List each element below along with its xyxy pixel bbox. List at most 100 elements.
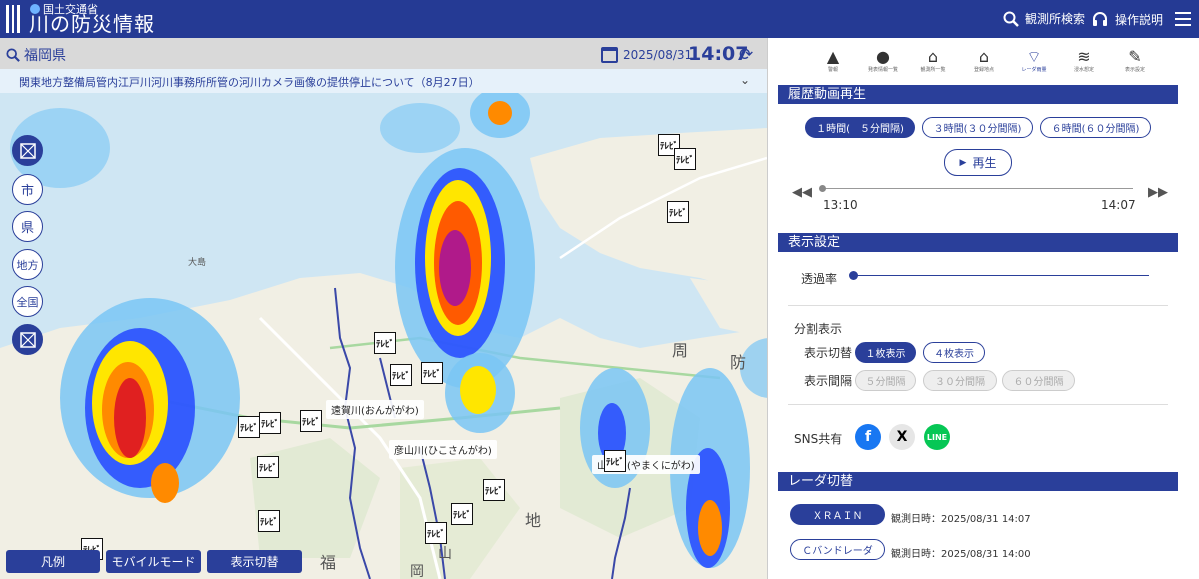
play-icon: ▶ <box>959 157 967 168</box>
legend-button[interactable]: 凡例 <box>6 550 100 573</box>
camera-toggle-button[interactable] <box>12 135 43 166</box>
rewind-icon[interactable]: ◀◀ <box>792 185 812 200</box>
quad-view-button[interactable]: ４枚表示 <box>923 342 985 363</box>
timeline-end-time: 14:07 <box>1101 198 1136 212</box>
camera-marker-icon[interactable]: ﾃﾚﾋﾞ <box>421 362 443 384</box>
timeline-track[interactable] <box>823 188 1133 189</box>
interval-60min-button[interactable]: ６０分間隔 <box>1002 370 1075 391</box>
cband-observation-time: 観測日時：2025/08/31 14:00 <box>891 549 1031 560</box>
camera-marker-icon[interactable]: ﾃﾚﾋﾞ <box>483 479 505 501</box>
function-icon-bar: ▲ 警報 ● 発表情報一覧 ⌂ 観測所一覧 ⌂ 登録地点 ⌔ レーダ雨量 ≋ 浸… <box>768 48 1199 80</box>
play-button[interactable]: ▶ 再生 <box>944 149 1012 176</box>
settings-button[interactable]: ✎ 表示設定 <box>1115 48 1155 80</box>
river-label[interactable]: 彦山川(ひこさんがわ) <box>389 440 497 459</box>
camera-marker-icon[interactable]: ﾃﾚﾋﾞ <box>257 456 279 478</box>
headset-icon <box>1093 12 1107 26</box>
station-search-button[interactable]: 観測所検索 <box>1003 10 1085 27</box>
camera-marker-icon[interactable]: ﾃﾚﾋﾞ <box>451 503 473 525</box>
interval-label: 表示間隔 <box>804 374 853 388</box>
history-section-title: 履歴動画再生 <box>778 85 1178 104</box>
forward-icon[interactable]: ▶▶ <box>1148 185 1168 200</box>
layer-toggle-button[interactable] <box>12 324 43 355</box>
camera-marker-icon[interactable]: ﾃﾚﾋﾞ <box>258 510 280 532</box>
calendar-icon[interactable] <box>601 47 618 63</box>
chevron-down-icon[interactable]: ⌄ <box>740 73 750 87</box>
switch-label: 表示切替 <box>804 346 853 360</box>
alert-list-button[interactable]: ● 発表情報一覧 <box>863 48 903 80</box>
notice-link[interactable]: 関東地方整備局管内江戸川河川事務所所管の河川カメラ画像の提供停止について（8月2… <box>19 74 480 90</box>
divider <box>788 404 1168 405</box>
scale-city-button[interactable]: 市 <box>12 174 43 205</box>
radar-button[interactable]: ⌔ レーダ雨量 <box>1014 48 1054 80</box>
opacity-slider-track[interactable] <box>854 275 1149 276</box>
place-label: 防 <box>730 353 746 372</box>
home-icon: ⌂ <box>978 47 990 66</box>
hamburger-menu-icon[interactable] <box>1175 12 1191 26</box>
place-label: 周 <box>672 341 688 360</box>
search-icon <box>1003 11 1019 27</box>
place-label: 岡 <box>410 564 424 579</box>
map-search-bar: 福岡県 2025/08/31 14:07 ⟳ <box>0 38 767 69</box>
camera-grid-icon <box>19 331 36 348</box>
facebook-icon[interactable]: f <box>855 424 881 450</box>
xrain-button[interactable]: ＸＲＡＩＮ <box>790 504 885 525</box>
place-label: 福 <box>320 553 336 572</box>
scale-prefecture-button[interactable]: 県 <box>12 211 43 242</box>
alert-icon: ● <box>876 47 890 66</box>
refresh-icon[interactable]: ⟳ <box>739 45 753 65</box>
x-icon[interactable]: X <box>889 424 915 450</box>
camera-marker-icon[interactable]: ﾃﾚﾋﾞ <box>674 148 696 170</box>
interval-30min-button[interactable]: ３０分間隔 <box>923 370 997 391</box>
opacity-slider-handle[interactable] <box>849 271 858 280</box>
logo-stripes <box>6 5 21 33</box>
icon-caption: 警報 <box>827 67 838 73</box>
icon-caption: 登録地点 <box>973 67 994 73</box>
notice-bar: 関東地方整備局管内江戸川河川事務所所管の河川カメラ画像の提供停止について（8月2… <box>0 69 767 93</box>
scale-national-button[interactable]: 全国 <box>12 286 43 317</box>
radar-icon: ⌔ <box>1026 47 1042 66</box>
place-label: 大島 <box>188 256 206 268</box>
line-icon[interactable]: LINE <box>924 424 950 450</box>
camera-marker-icon[interactable]: ﾃﾚﾋﾞ <box>390 364 412 386</box>
display-switch-button[interactable]: 表示切替 <box>207 550 302 573</box>
camera-marker-icon[interactable]: ﾃﾚﾋﾞ <box>259 412 281 434</box>
help-label: 操作説明 <box>1115 12 1164 27</box>
river-label[interactable]: 遠賀川(おんががわ) <box>326 400 424 419</box>
camera-marker-icon[interactable]: ﾃﾚﾋﾞ <box>425 522 447 544</box>
range-6h-button[interactable]: ６時間(６０分間隔) <box>1040 117 1151 138</box>
range-1h-button[interactable]: １時間( ５分間隔) <box>805 117 915 138</box>
range-3h-button[interactable]: ３時間(３０分間隔) <box>922 117 1033 138</box>
house-icon: ⌂ <box>927 47 939 66</box>
mobile-mode-button[interactable]: モバイルモード <box>106 550 201 573</box>
interval-5min-button[interactable]: ５分間隔 <box>855 370 916 391</box>
warning-button[interactable]: ▲ 警報 <box>813 48 853 80</box>
camera-marker-icon[interactable]: ﾃﾚﾋﾞ <box>604 450 626 472</box>
icon-caption: 発表情報一覧 <box>867 67 898 73</box>
map-area[interactable]: 大島 周 防 地 福 山 岡 福岡県 2025/08/31 14:07 ⟳ 関東… <box>0 38 767 579</box>
camera-marker-icon[interactable]: ﾃﾚﾋﾞ <box>238 416 260 438</box>
registered-point-button[interactable]: ⌂ 登録地点 <box>964 48 1004 80</box>
cband-radar-button[interactable]: Ｃバンドレーダ <box>790 539 885 560</box>
flood-button[interactable]: ≋ 浸水想定 <box>1064 48 1104 80</box>
map-canvas[interactable]: 大島 周 防 地 福 山 岡 <box>0 38 767 579</box>
camera-marker-icon[interactable]: ﾃﾚﾋﾞ <box>374 332 396 354</box>
help-button[interactable]: 操作説明 <box>1091 10 1163 28</box>
icon-caption: 表示設定 <box>1124 67 1145 73</box>
radar-section-title: レーダ切替 <box>778 472 1178 491</box>
single-view-button[interactable]: １枚表示 <box>855 342 916 363</box>
scale-region-button[interactable]: 地方 <box>12 249 43 280</box>
station-list-button[interactable]: ⌂ 観測所一覧 <box>913 48 953 80</box>
app-title[interactable]: 川の防災情報 <box>29 13 155 35</box>
app-header: 国土交通省 川の防災情報 観測所検索 操作説明 <box>0 0 1199 38</box>
camera-marker-icon[interactable]: ﾃﾚﾋﾞ <box>300 410 322 432</box>
place-label: 山 <box>438 546 452 562</box>
timeline-handle[interactable] <box>819 185 826 192</box>
prefecture-selector[interactable]: 福岡県 <box>6 45 66 65</box>
timeline-start-time: 13:10 <box>823 198 858 212</box>
play-label: 再生 <box>972 156 997 170</box>
divider <box>788 305 1168 306</box>
place-label: 地 <box>525 511 541 530</box>
icon-caption: 観測所一覧 <box>920 67 946 73</box>
camera-marker-icon[interactable]: ﾃﾚﾋﾞ <box>667 201 689 223</box>
station-search-label: 観測所検索 <box>1025 12 1086 26</box>
